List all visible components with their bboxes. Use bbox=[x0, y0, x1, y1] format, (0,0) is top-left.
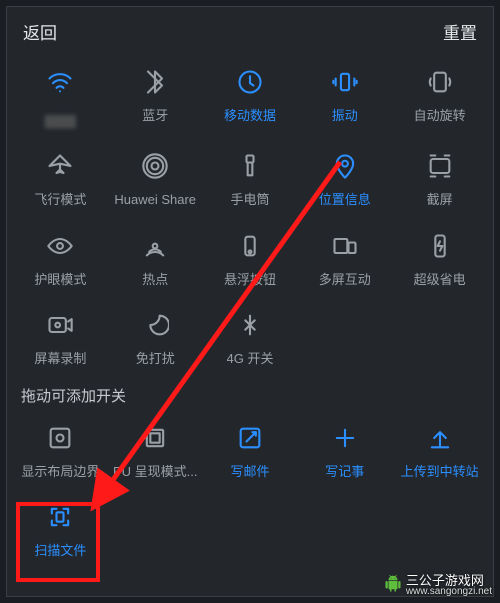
quick-settings-panel: 返回 重置 ████ 蓝牙 移动数据 振动 自动旋转飞行模式 Huawei Share 手电… bbox=[6, 6, 494, 597]
tile-label: 超级省电 bbox=[414, 272, 466, 288]
multi-screen-icon bbox=[325, 226, 365, 266]
floating-button-icon bbox=[230, 226, 270, 266]
header: 返回 重置 bbox=[7, 7, 493, 56]
tile-label: 4G 开关 bbox=[227, 351, 274, 367]
tile-floating-button[interactable]: 悬浮按钮 bbox=[203, 226, 298, 288]
dnd-icon bbox=[135, 305, 175, 345]
drag-hint-label: 拖动可添加开关 bbox=[21, 385, 479, 406]
tile-label: 上传到中转站 bbox=[401, 464, 479, 480]
tile-eye-comfort[interactable]: 护眼模式 bbox=[13, 226, 108, 288]
tile-label: 多屏互动 bbox=[319, 272, 371, 288]
bluetooth-icon bbox=[135, 62, 175, 102]
gpu-render-icon bbox=[135, 418, 175, 458]
tile-label: 显示布局边界 bbox=[21, 464, 99, 480]
tile-show-layout[interactable]: 显示布局边界 bbox=[13, 418, 108, 480]
tile-label: PU 呈现模式... bbox=[113, 464, 198, 480]
tile-compose-note[interactable]: 写记事 bbox=[297, 418, 392, 480]
mobile-data-icon bbox=[230, 62, 270, 102]
tile-multi-screen[interactable]: 多屏互动 bbox=[297, 226, 392, 288]
upload-transfer-icon bbox=[420, 418, 460, 458]
tile-upload-transfer[interactable]: 上传到中转站 bbox=[392, 418, 487, 480]
scan-file-icon bbox=[40, 497, 80, 537]
compose-note-icon bbox=[325, 418, 365, 458]
tile-compose-mail[interactable]: 写邮件 bbox=[203, 418, 298, 480]
tile-label: 截屏 bbox=[427, 192, 453, 208]
tile-huawei-share[interactable]: Huawei Share bbox=[108, 146, 203, 208]
tile-dnd[interactable]: 免打扰 bbox=[108, 305, 203, 367]
tile-ultra-power-save[interactable]: 超级省电 bbox=[392, 226, 487, 288]
wifi-ssid: ████ bbox=[45, 116, 76, 128]
tile-label: 蓝牙 bbox=[142, 108, 168, 124]
tile-label: 位置信息 bbox=[319, 192, 371, 208]
tile-label: 移动数据 bbox=[224, 108, 276, 124]
tile-screenshot[interactable]: 截屏 bbox=[392, 146, 487, 208]
tile-label: 免打扰 bbox=[136, 351, 175, 367]
ultra-power-save-icon bbox=[420, 226, 460, 266]
tile-label: Huawei Share bbox=[114, 192, 196, 208]
tile-label: 护眼模式 bbox=[34, 272, 86, 288]
tile-screen-record[interactable]: 屏幕录制 bbox=[13, 305, 108, 367]
flashlight-icon bbox=[230, 146, 270, 186]
screenshot-icon bbox=[420, 146, 460, 186]
tile-label: 飞行模式 bbox=[34, 192, 86, 208]
tile-scan-file[interactable]: 扫描文件 bbox=[13, 497, 108, 559]
hotspot-icon bbox=[135, 226, 175, 266]
tile-4g-switch[interactable]: 4G 开关 bbox=[203, 305, 298, 367]
tile-flashlight[interactable]: 手电筒 bbox=[203, 146, 298, 208]
android-icon bbox=[384, 575, 402, 596]
tile-label: 自动旋转 bbox=[414, 108, 466, 124]
tile-label: 手电筒 bbox=[230, 192, 269, 208]
tile-hotspot[interactable]: 热点 bbox=[108, 226, 203, 288]
tiles-grid: ████ 蓝牙 移动数据 振动 自动旋转飞行模式 Huawei Share 手电筒 位置信息 截… bbox=[7, 56, 493, 371]
tile-label: 屏幕录制 bbox=[34, 351, 86, 367]
wifi-icon bbox=[40, 62, 80, 102]
4g-switch-icon bbox=[230, 305, 270, 345]
location-icon bbox=[325, 146, 365, 186]
watermark: 三公子游戏网 www.sangongzi.net bbox=[384, 574, 492, 597]
tile-gpu-render[interactable]: PU 呈现模式... bbox=[108, 418, 203, 480]
tile-label: 热点 bbox=[142, 272, 168, 288]
vibrate-icon bbox=[325, 62, 365, 102]
huawei-share-icon bbox=[135, 146, 175, 186]
tile-label: 写邮件 bbox=[230, 464, 269, 480]
screen-record-icon bbox=[40, 305, 80, 345]
tile-wifi[interactable]: ████ bbox=[13, 62, 108, 128]
tile-location[interactable]: 位置信息 bbox=[297, 146, 392, 208]
tile-vibrate[interactable]: 振动 bbox=[297, 62, 392, 128]
tile-bluetooth[interactable]: 蓝牙 bbox=[108, 62, 203, 128]
tile-label: 悬浮按钮 bbox=[224, 272, 276, 288]
show-layout-icon bbox=[40, 418, 80, 458]
extra-tiles-grid: 显示布局边界 PU 呈现模式... 写邮件 写记事 上传到中转站扫描文件 bbox=[7, 414, 493, 569]
airplane-icon bbox=[40, 146, 80, 186]
tile-airplane[interactable]: 飞行模式 bbox=[13, 146, 108, 208]
watermark-url: www.sangongzi.net bbox=[406, 587, 492, 597]
eye-comfort-icon bbox=[40, 226, 80, 266]
reset-button[interactable]: 重置 bbox=[443, 19, 477, 44]
tile-auto-rotate[interactable]: 自动旋转 bbox=[392, 62, 487, 128]
tile-label: 扫描文件 bbox=[34, 543, 86, 559]
compose-mail-icon bbox=[230, 418, 270, 458]
tile-label: 振动 bbox=[332, 108, 358, 124]
tile-mobile-data[interactable]: 移动数据 bbox=[203, 62, 298, 128]
back-button[interactable]: 返回 bbox=[23, 19, 57, 44]
auto-rotate-icon bbox=[420, 62, 460, 102]
tile-label: 写记事 bbox=[325, 464, 364, 480]
